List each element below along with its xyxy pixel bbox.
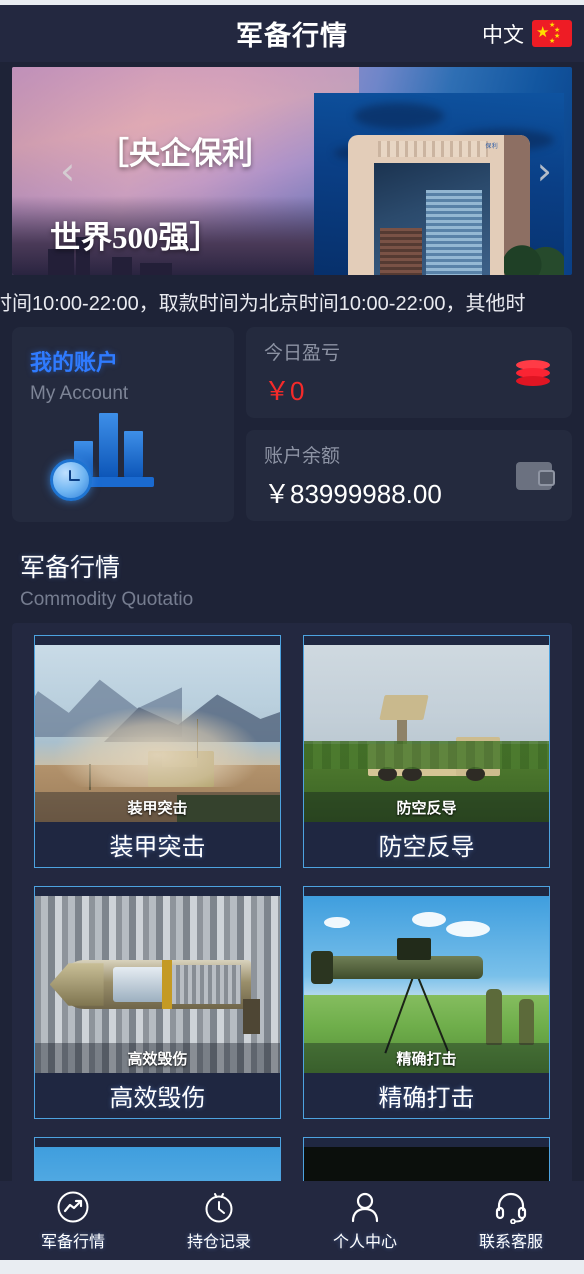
chevron-left-icon[interactable]: ‹ — [60, 152, 75, 190]
product-title: 防空反导 — [378, 834, 475, 861]
wallet-icon — [516, 461, 555, 490]
flag-star-small: ★ — [549, 38, 556, 45]
bottom-tab-bar: 军备行情 持仓记录 个人中心 联系客服 — [0, 1181, 584, 1260]
chart-bar — [124, 431, 143, 477]
headset-icon — [494, 1190, 528, 1224]
banner-headline-line1: ［央企保利 — [98, 135, 253, 171]
today-profit-card[interactable]: 今日盈亏 ￥0 — [246, 327, 572, 418]
product-image: 装甲突击 — [35, 645, 280, 822]
clock-icon — [50, 459, 92, 501]
tab-quotation[interactable]: 军备行情 — [0, 1190, 146, 1252]
product-grid: 装甲突击 装甲突击 防空反导 防空反导 高效毁伤 高效毁伤 精确打击 精确打击 — [12, 635, 572, 1181]
product-card[interactable]: 精确打击 精确打击 — [303, 886, 550, 1119]
photo-shell-band — [162, 959, 173, 1010]
building-logo: 保利 — [485, 144, 498, 150]
page-title: 军备行情 — [236, 21, 348, 51]
account-summary: 我的账户 My Account 今日盈亏 ￥0 账户余额 ￥83999988.0… — [0, 327, 584, 522]
my-account-card[interactable]: 我的账户 My Account — [12, 327, 234, 522]
tab-label: 联系客服 — [478, 1233, 543, 1251]
product-title: 精确打击 — [378, 1085, 475, 1112]
product-image-caption: 防空反导 — [304, 792, 549, 822]
trend-chart-circle-icon — [56, 1190, 90, 1224]
photo-sight-unit — [397, 938, 432, 960]
product-card[interactable] — [303, 1137, 550, 1181]
bar-chart-clock-icon — [48, 413, 160, 501]
photo-round — [519, 998, 535, 1045]
product-image — [304, 1147, 549, 1181]
product-image-caption: 装甲突击 — [35, 792, 280, 822]
product-card[interactable]: 高效毁伤 高效毁伤 — [34, 886, 281, 1119]
tab-label: 持仓记录 — [186, 1233, 251, 1251]
building-inner-tower — [426, 189, 482, 275]
photo-dust — [54, 706, 261, 787]
section-title-en: Commodity Quotatio — [20, 589, 194, 610]
section-title-cn: 军备行情 — [20, 554, 121, 582]
today-profit-value: ￥0 — [264, 375, 305, 406]
account-balance-card[interactable]: 账户余额 ￥83999988.00 — [246, 430, 572, 521]
photo-cloud — [411, 911, 446, 927]
photo-radar-dish — [379, 694, 430, 720]
person-icon — [348, 1190, 382, 1224]
chart-bar — [99, 413, 118, 477]
partial-photo — [304, 1147, 549, 1181]
language-switcher[interactable]: 中文 ★ ★ ★ ★ ★ — [482, 19, 572, 49]
building-slats — [378, 141, 488, 157]
bottom-edge-strip — [0, 1260, 584, 1274]
account-balance-label: 账户余额 — [264, 445, 341, 467]
promo-banner-carousel[interactable]: 保利 ［央企保利 世界500强］ ‹ › — [12, 67, 572, 275]
building-frame: 保利 — [348, 135, 530, 275]
banner-building-photo: 保利 — [314, 93, 564, 275]
photo-muzzle — [311, 950, 334, 985]
building-trees — [504, 241, 564, 275]
tab-label: 个人中心 — [332, 1233, 397, 1251]
product-grid-panel: 装甲突击 装甲突击 防空反导 防空反导 高效毁伤 高效毁伤 精确打击 精确打击 — [12, 623, 572, 1181]
product-image: 高效毁伤 — [35, 896, 280, 1073]
quotation-section-header: 军备行情 Commodity Quotatio — [0, 522, 584, 623]
account-balance-value: ￥83999988.00 — [264, 478, 442, 509]
product-card[interactable] — [34, 1137, 281, 1181]
banner-headline-line2: 世界500强］ — [50, 219, 221, 255]
tab-profile[interactable]: 个人中心 — [292, 1190, 438, 1252]
product-title: 高效毁伤 — [109, 1085, 206, 1112]
tab-positions[interactable]: 持仓记录 — [146, 1190, 292, 1252]
photo-wheel — [402, 767, 422, 782]
china-flag-icon: ★ ★ ★ ★ ★ — [532, 20, 572, 47]
account-stats-column: 今日盈亏 ￥0 账户余额 ￥83999988.00 — [246, 327, 572, 522]
my-account-title-cn: 我的账户 — [30, 350, 119, 375]
today-profit-label: 今日盈亏 — [264, 342, 341, 364]
product-image — [35, 1147, 280, 1181]
page-scroll-area[interactable]: 保利 ［央企保利 世界500强］ ‹ › 时间10:00-22:00，取款时间为… — [0, 62, 584, 1181]
photo-cloud — [446, 920, 491, 937]
coin-stack-icon — [516, 359, 550, 386]
app-root: 军备行情 中文 ★ ★ ★ ★ ★ 保利 ［央企保利 世界500强］ ‹ › 时… — [0, 0, 584, 1274]
photo-cloud — [323, 917, 350, 929]
tab-label: 军备行情 — [40, 1233, 105, 1251]
notice-text: 时间10:00-22:00，取款时间为北京时间10:00-22:00，其他时 — [0, 292, 526, 315]
photo-bushes — [304, 740, 549, 769]
flag-star-large: ★ — [536, 24, 550, 41]
partial-photo — [35, 1147, 280, 1181]
coin — [516, 375, 550, 386]
product-image: 精确打击 — [304, 896, 549, 1073]
tab-support[interactable]: 联系客服 — [438, 1190, 584, 1252]
product-card[interactable]: 装甲突击 装甲突击 — [34, 635, 281, 868]
chevron-right-icon[interactable]: › — [537, 152, 552, 190]
building-opening — [374, 163, 490, 275]
app-header: 军备行情 中文 ★ ★ ★ ★ ★ — [0, 5, 584, 62]
stopwatch-icon — [202, 1190, 236, 1224]
building-inner-tower — [380, 227, 422, 275]
product-image-caption: 精确打击 — [304, 1043, 549, 1073]
photo-shell-core — [113, 966, 168, 1003]
notice-marquee: 时间10:00-22:00，取款时间为北京时间10:00-22:00，其他时 — [0, 275, 584, 327]
photo-shell-motor — [172, 965, 241, 1004]
product-card[interactable]: 防空反导 防空反导 — [303, 635, 550, 868]
photo-shell-fin — [243, 998, 261, 1035]
building-cloud — [354, 103, 444, 129]
product-image-caption: 高效毁伤 — [35, 1043, 280, 1073]
my-account-title-en: My Account — [30, 383, 129, 404]
product-image: 防空反导 — [304, 645, 549, 822]
language-label: 中文 — [482, 23, 524, 47]
photo-round — [486, 988, 503, 1045]
product-title: 装甲突击 — [109, 834, 206, 861]
